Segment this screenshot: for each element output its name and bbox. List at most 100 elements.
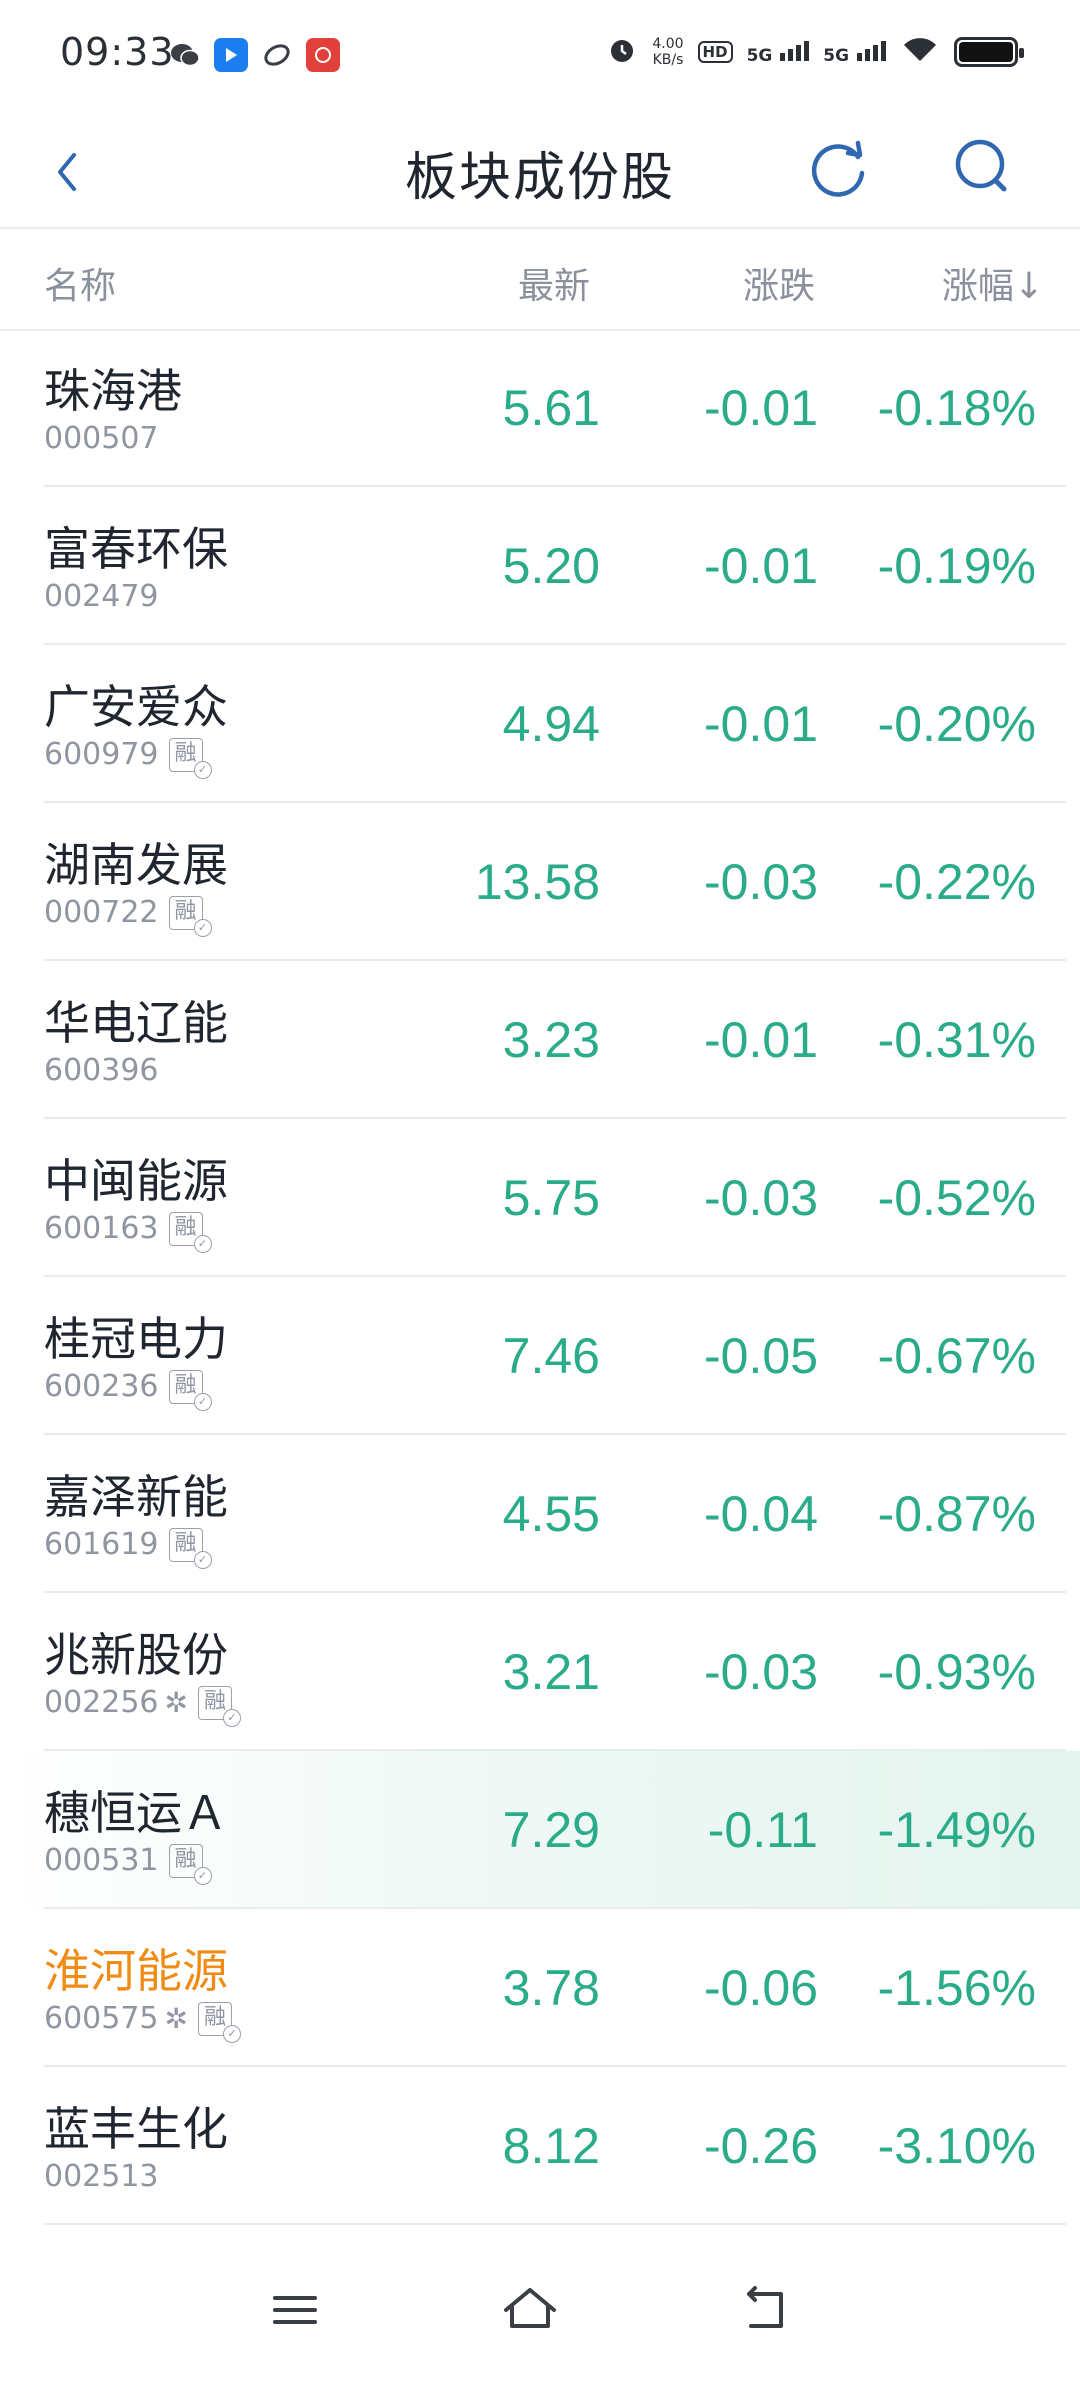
stock-price: 5.75 <box>502 1170 600 1226</box>
col-name[interactable]: 名称 <box>44 257 116 309</box>
stock-price: 4.55 <box>502 1486 600 1542</box>
stock-row[interactable]: 淮河能源 600575 ✲ 融 ✓ 3.78 -0.06 -1.56% <box>0 1909 1080 2067</box>
stock-pct: -0.19% <box>877 538 1036 594</box>
signal-5g-1: 5G <box>747 39 810 66</box>
stock-pct: -0.67% <box>877 1328 1036 1384</box>
stock-row[interactable]: 富春环保 002479 5.20 -0.01 -0.19% <box>0 487 1080 645</box>
stock-row[interactable]: 广安爱众 600979 融 ✓ 4.94 -0.01 -0.20% <box>0 645 1080 803</box>
stock-code-line: 000722 融 ✓ <box>44 895 212 937</box>
stock-row[interactable]: 蓝丰生化 002513 8.12 -0.26 -3.10% <box>0 2067 1080 2225</box>
stock-code: 000722 <box>44 895 159 930</box>
stock-row[interactable]: 珠海港 000507 5.61 -0.01 -0.18% <box>0 329 1080 487</box>
net-speed: 4.00 KB/s <box>652 36 684 68</box>
margin-badge: 融 ✓ <box>168 1211 212 1253</box>
home-button[interactable] <box>490 2270 570 2350</box>
app-ring-icon <box>260 38 294 72</box>
stock-price: 4.94 <box>502 696 600 752</box>
app-header: 板块成份股 <box>0 115 1080 229</box>
stock-name: 华电辽能 <box>44 996 228 1050</box>
system-nav-bar <box>0 2240 1080 2388</box>
stock-price: 3.78 <box>502 1960 600 2016</box>
stock-code-line: 002479 <box>44 579 159 614</box>
signal-5g-2: 5G <box>823 39 886 66</box>
stock-code-line: 600575 ✲ 融 ✓ <box>44 2001 241 2043</box>
stock-code: 600575 <box>44 2001 159 2036</box>
stock-row[interactable]: 中闽能源 600163 融 ✓ 5.75 -0.03 -0.52% <box>0 1119 1080 1277</box>
margin-badge: 融 ✓ <box>168 895 212 937</box>
margin-badge: 融 ✓ <box>168 1843 212 1885</box>
stock-change: -0.05 <box>704 1328 818 1384</box>
stock-change: -0.03 <box>704 1644 818 1700</box>
stock-price: 3.23 <box>502 1012 600 1068</box>
stock-price: 5.20 <box>502 538 600 594</box>
check-icon: ✓ <box>193 1234 212 1253</box>
stock-row[interactable]: 穗恒运Ａ 000531 融 ✓ 7.29 -0.11 -1.49% <box>0 1751 1080 1909</box>
stock-change: -0.03 <box>704 854 818 910</box>
nav-back-button[interactable] <box>725 2270 805 2350</box>
stock-row[interactable]: 嘉泽新能 601619 融 ✓ 4.55 -0.04 -0.87% <box>0 1435 1080 1593</box>
stock-change: -0.01 <box>704 1012 818 1068</box>
stock-price: 7.46 <box>502 1328 600 1384</box>
gear-icon: ✲ <box>164 2002 188 2035</box>
stock-row[interactable]: 华电辽能 600396 3.23 -0.01 -0.31% <box>0 961 1080 1119</box>
app-blue-icon <box>214 38 248 72</box>
check-icon: ✓ <box>193 760 212 779</box>
stock-code: 000531 <box>44 1843 159 1878</box>
stock-name: 穗恒运Ａ <box>44 1786 228 1840</box>
notification-icons <box>168 38 340 72</box>
stock-code: 002256 <box>44 1685 159 1720</box>
col-pct-sort[interactable]: 涨幅↓ <box>942 257 1044 309</box>
row-divider <box>44 2223 1066 2225</box>
stock-code: 002513 <box>44 2159 159 2194</box>
status-time: 09:33 <box>60 30 175 74</box>
stock-change: -0.01 <box>704 696 818 752</box>
refresh-button[interactable] <box>800 127 880 207</box>
stock-pct: -0.87% <box>877 1486 1036 1542</box>
page-title: 板块成份股 <box>404 148 675 208</box>
wifi-icon <box>900 35 940 69</box>
stock-code-line: 600236 融 ✓ <box>44 1369 212 1411</box>
stock-pct: -1.56% <box>877 1960 1036 2016</box>
col-price[interactable]: 最新 <box>518 257 590 309</box>
stock-pct: -0.20% <box>877 696 1036 752</box>
menu-icon <box>273 2296 317 2324</box>
menu-button[interactable] <box>255 2270 335 2350</box>
stock-name: 淮河能源 <box>44 1944 228 1998</box>
stock-pct: -3.10% <box>877 2118 1036 2174</box>
stock-code-line: 600163 融 ✓ <box>44 1211 212 1253</box>
stock-code: 600163 <box>44 1211 159 1246</box>
stock-name: 富春环保 <box>44 522 228 576</box>
stock-row[interactable]: 兆新股份 002256 ✲ 融 ✓ 3.21 -0.03 -0.93% <box>0 1593 1080 1751</box>
refresh-icon <box>811 140 865 197</box>
stock-list: 珠海港 000507 5.61 -0.01 -0.18% 富春环保 002479 5.20 -0… <box>0 329 1080 2225</box>
check-icon: ✓ <box>193 1550 212 1569</box>
col-change[interactable]: 涨跌 <box>743 257 815 309</box>
stock-code: 600236 <box>44 1369 159 1404</box>
search-button[interactable] <box>942 127 1022 207</box>
margin-badge: 融 ✓ <box>168 1527 212 1569</box>
stock-code: 600979 <box>44 737 159 772</box>
stock-name: 桂冠电力 <box>44 1312 228 1366</box>
system-indicators: 4.00 KB/s HD 5G 5G <box>606 34 1024 70</box>
margin-badge: 融 ✓ <box>198 2001 241 2043</box>
stock-name: 蓝丰生化 <box>44 2102 228 2156</box>
stock-code-line: 000507 <box>44 421 159 456</box>
stock-code: 000507 <box>44 421 159 456</box>
stock-price: 3.21 <box>502 1644 600 1700</box>
stock-change: -0.03 <box>704 1170 818 1226</box>
stock-name: 嘉泽新能 <box>44 1470 228 1524</box>
gear-icon: ✲ <box>164 1686 188 1719</box>
stock-change: -0.26 <box>704 2118 818 2174</box>
stock-pct: -0.93% <box>877 1644 1036 1700</box>
search-icon <box>955 139 1007 192</box>
stock-name: 广安爱众 <box>44 680 228 734</box>
stock-row[interactable]: 湖南发展 000722 融 ✓ 13.58 -0.03 -0.22% <box>0 803 1080 961</box>
stock-row[interactable]: 桂冠电力 600236 融 ✓ 7.46 -0.05 -0.67% <box>0 1277 1080 1435</box>
column-header: 名称 最新 涨跌 涨幅↓ <box>0 229 1080 331</box>
back-arrow-icon <box>747 2286 783 2328</box>
stock-change: -0.01 <box>704 538 818 594</box>
stock-code-line: 002256 ✲ 融 ✓ <box>44 1685 241 1727</box>
stock-price: 7.29 <box>502 1802 600 1858</box>
stock-code-line: 600979 融 ✓ <box>44 737 212 779</box>
stock-pct: -0.18% <box>877 380 1036 436</box>
